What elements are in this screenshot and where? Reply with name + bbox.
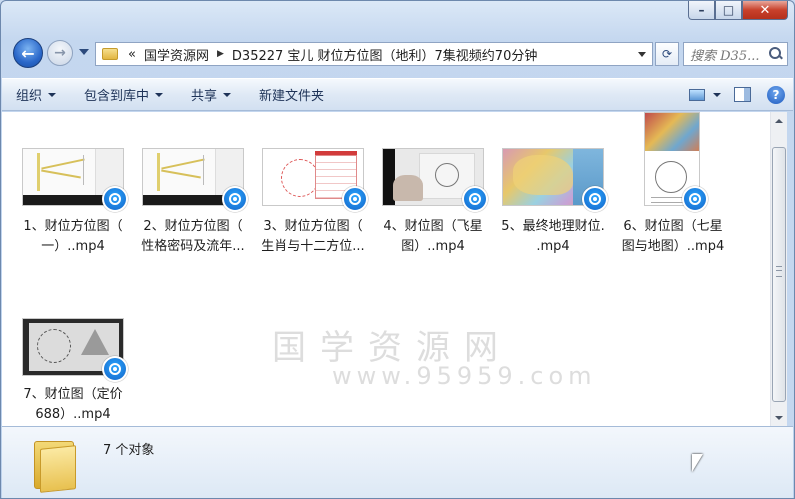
file-item[interactable]: 3、财位方位图（ 生肖与十二方位...	[260, 142, 376, 262]
chevron-down-icon	[48, 92, 57, 97]
file-item[interactable]: 5、最终地理财位. .mp4	[500, 142, 616, 262]
file-name-line2: 生肖与十二方位...	[261, 239, 365, 254]
share-menu[interactable]: 共享	[177, 79, 245, 110]
file-name-line1: 1、财位方位图（	[23, 219, 123, 234]
address-bar[interactable]: « 国学资源网 ▶ D35227 宝儿 财位方位图（地利）7集视频约70分钟	[95, 42, 653, 66]
video-player-icon	[682, 186, 708, 212]
file-item[interactable]: 7、财位图（定价 688）..mp4	[20, 312, 136, 426]
refresh-button[interactable]: ⟳	[655, 42, 679, 66]
breadcrumb-item[interactable]: 国学资源网	[140, 45, 213, 64]
breadcrumb-overflow[interactable]: «	[124, 47, 140, 62]
search-input[interactable]: 搜索 D35...	[690, 45, 767, 64]
preview-pane-icon	[733, 87, 751, 102]
address-dropdown-icon[interactable]	[638, 51, 646, 57]
item-count: 7 个对象	[103, 443, 155, 458]
file-name-line2: 图）..mp4	[401, 239, 465, 254]
refresh-icon: ⟳	[661, 47, 673, 61]
breadcrumb-separator-icon[interactable]: ▶	[213, 49, 228, 59]
file-name-line1: 3、财位方位图（	[263, 219, 363, 234]
chevron-down-icon	[223, 92, 232, 97]
close-button[interactable]: ✕	[742, 1, 788, 20]
scroll-thumb[interactable]	[772, 147, 786, 402]
video-player-icon	[222, 186, 248, 212]
video-player-icon	[342, 186, 368, 212]
arrow-right-icon: →	[54, 45, 66, 61]
file-item[interactable]: 4、财位图（飞星 图）..mp4	[380, 142, 496, 262]
file-item[interactable]: 6、财位图（七星 图与地图）..mp4	[620, 112, 736, 262]
watermark-url: www.95959.com	[332, 362, 597, 390]
search-box[interactable]: 搜索 D35...	[683, 42, 788, 66]
video-player-icon	[102, 186, 128, 212]
file-item[interactable]: 2、财位方位图（ 性格密码及流年...	[140, 142, 256, 262]
new-folder-label: 新建文件夹	[259, 89, 325, 104]
forward-button[interactable]: →	[47, 40, 73, 66]
caption-buttons: – □ ✕	[688, 1, 788, 20]
folder-icon	[34, 435, 82, 493]
details-pane: 7 个对象	[2, 426, 793, 498]
file-name-line1: 4、财位图（飞星	[383, 219, 483, 234]
navigation-bar: ← → « 国学资源网 ▶ D35227 宝儿 财位方位图（地利）7集视频约70…	[9, 37, 788, 69]
minimize-icon: –	[698, 3, 705, 17]
share-label: 共享	[191, 89, 218, 104]
maximize-icon: □	[722, 3, 735, 17]
arrow-left-icon: ←	[21, 43, 35, 63]
help-icon: ?	[767, 85, 785, 104]
explorer-window: – □ ✕ ← → « 国学资源网 ▶ D35227 宝儿 财位方位图（地利）7…	[0, 0, 795, 499]
close-icon: ✕	[759, 2, 771, 18]
scroll-down-button[interactable]	[771, 409, 787, 426]
command-bar: 组织 包含到库中 共享 新建文件夹 ?	[2, 78, 793, 111]
organize-label: 组织	[16, 89, 43, 104]
chevron-down-icon	[155, 92, 164, 97]
file-name-line2: 688）..mp4	[35, 407, 111, 422]
include-library-menu[interactable]: 包含到库中	[70, 79, 177, 110]
breadcrumb-item[interactable]: D35227 宝儿 财位方位图（地利）7集视频约70分钟	[228, 45, 541, 64]
preview-pane-button[interactable]	[725, 83, 759, 107]
back-button[interactable]: ←	[13, 38, 43, 68]
minimize-button[interactable]: –	[688, 1, 715, 20]
folder-icon	[102, 48, 118, 60]
file-name-line1: 7、财位图（定价	[23, 387, 123, 402]
help-button[interactable]: ?	[759, 83, 793, 107]
maximize-button[interactable]: □	[715, 1, 742, 20]
video-player-icon	[582, 186, 608, 212]
search-icon[interactable]	[767, 45, 785, 63]
file-name-line2: 性格密码及流年...	[141, 239, 245, 254]
watermark-text: 国学资源网	[272, 328, 512, 368]
organize-menu[interactable]: 组织	[2, 79, 70, 110]
view-icon	[689, 88, 705, 101]
file-name-line1: 6、财位图（七星	[623, 219, 723, 234]
file-name-line1: 2、财位方位图（	[143, 219, 243, 234]
file-name-line2: 图与地图）..mp4	[621, 239, 725, 254]
file-name-line2: 一）..mp4	[41, 239, 105, 254]
window-border	[787, 112, 794, 426]
new-folder-button[interactable]: 新建文件夹	[245, 79, 338, 110]
include-library-label: 包含到库中	[84, 89, 150, 104]
file-item[interactable]: 1、财位方位图（ 一）..mp4	[20, 142, 136, 262]
recent-pages-dropdown[interactable]	[79, 49, 89, 55]
chevron-down-icon[interactable]	[713, 92, 721, 97]
file-name-line2: .mp4	[536, 239, 570, 254]
file-name-line1: 5、最终地理财位.	[501, 219, 605, 234]
change-view-button[interactable]	[685, 83, 725, 107]
scroll-up-button[interactable]	[771, 112, 787, 129]
video-player-icon	[462, 186, 488, 212]
vertical-scrollbar[interactable]	[770, 112, 787, 426]
video-player-icon	[102, 356, 128, 382]
mouse-pointer-icon	[692, 454, 703, 472]
file-list[interactable]: 1、财位方位图（ 一）..mp4 2、财位方位图（ 性格密码及流年... 3、财…	[2, 112, 770, 426]
toolbar-right: ?	[685, 83, 793, 107]
